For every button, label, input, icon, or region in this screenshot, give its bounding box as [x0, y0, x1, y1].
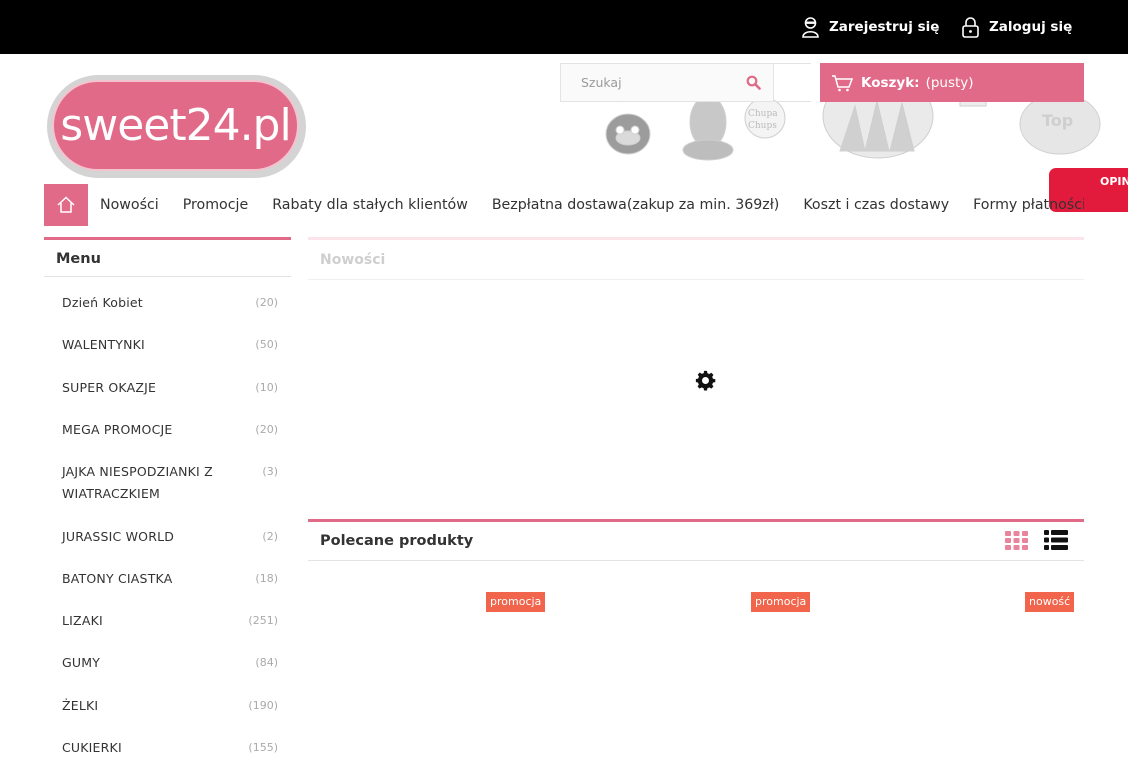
- category-label: ŻELKI: [62, 698, 99, 713]
- category-count: (251): [248, 614, 278, 627]
- category-count: (18): [255, 572, 278, 585]
- login-label: Zaloguj się: [989, 19, 1073, 35]
- sidebar-title: Menu: [44, 237, 291, 277]
- user-icon: [802, 17, 819, 38]
- cart-label: Koszyk:: [861, 74, 920, 91]
- search-input[interactable]: [561, 64, 731, 101]
- cart-icon: [832, 74, 853, 91]
- recommended-header: Polecane produkty: [308, 519, 1084, 561]
- category-label: SUPER OKAZJE: [62, 380, 157, 395]
- sidebar: Menu Dzień Kobiet (20) WALENTYNKI (50) S…: [44, 237, 291, 755]
- grid-view-icon[interactable]: [1005, 531, 1028, 550]
- category-label: GUMY: [62, 655, 101, 670]
- svg-text:Top: Top: [1042, 111, 1073, 130]
- register-link[interactable]: Zarejestruj się: [801, 16, 939, 38]
- nav-item-loyalty-discounts[interactable]: Rabaty dla stałych klientów: [272, 197, 468, 213]
- category-label: JURASSIC WORLD: [62, 529, 175, 544]
- login-link[interactable]: Zaloguj się: [961, 16, 1072, 38]
- home-icon: [57, 196, 75, 213]
- cart-button[interactable]: Koszyk: (pusty): [820, 63, 1084, 102]
- search-box: [560, 63, 774, 102]
- category-count: (20): [255, 296, 278, 309]
- cart-status: (pusty): [925, 74, 974, 91]
- category-count: (84): [255, 656, 278, 669]
- category-label: MEGA PROMOCJE: [62, 422, 173, 437]
- site-logo[interactable]: sweet24.pl: [47, 75, 306, 178]
- search-button[interactable]: [733, 64, 773, 101]
- category-label: WALENTYNKI: [62, 337, 145, 352]
- category-count: (2): [262, 530, 278, 543]
- recommended-title: Polecane produkty: [320, 533, 474, 549]
- category-count: (50): [255, 338, 278, 351]
- search-spacer: [774, 63, 811, 102]
- category-label: LIZAKI: [62, 613, 103, 628]
- category-label: Dzień Kobiet: [62, 295, 143, 310]
- nav-item-free-delivery[interactable]: Bezpłatna dostawa(zakup za min. 369zł): [492, 197, 780, 213]
- logo-text: sweet24.pl: [52, 80, 299, 171]
- top-bar: [0, 0, 1128, 54]
- search-icon: [746, 75, 761, 90]
- new-products-title: Nowości: [308, 237, 1084, 280]
- category-count: (190): [248, 699, 278, 712]
- svg-text:Chupa: Chupa: [748, 109, 778, 119]
- loading-gear-icon: [695, 370, 716, 391]
- category-count: (3): [262, 465, 278, 478]
- category-count: (10): [255, 381, 278, 394]
- home-button[interactable]: [44, 184, 88, 226]
- lock-icon: [962, 17, 979, 38]
- svg-text:Chups: Chups: [748, 121, 777, 131]
- new-badge: nowość: [1025, 592, 1075, 612]
- category-label: BATONY CIASTKA: [62, 571, 173, 586]
- list-view-icon[interactable]: [1044, 530, 1068, 550]
- register-label: Zarejestruj się: [829, 19, 940, 35]
- main-nav: Nowości Promocje Rabaty dla stałych klie…: [44, 184, 1084, 226]
- nav-item-delivery-cost[interactable]: Koszt i czas dostawy: [803, 197, 949, 213]
- category-label: JAJKA NIESPODZIANKI Z WIATRACZKIEM: [62, 464, 213, 501]
- nav-item-promotions[interactable]: Promocje: [183, 197, 248, 213]
- nav-item-payment-methods[interactable]: Formy płatności: [973, 197, 1084, 213]
- category-count: (20): [255, 423, 278, 436]
- promo-badge: promocja: [486, 592, 546, 612]
- promo-badge: promocja: [751, 592, 811, 612]
- nav-item-new[interactable]: Nowości: [100, 197, 159, 213]
